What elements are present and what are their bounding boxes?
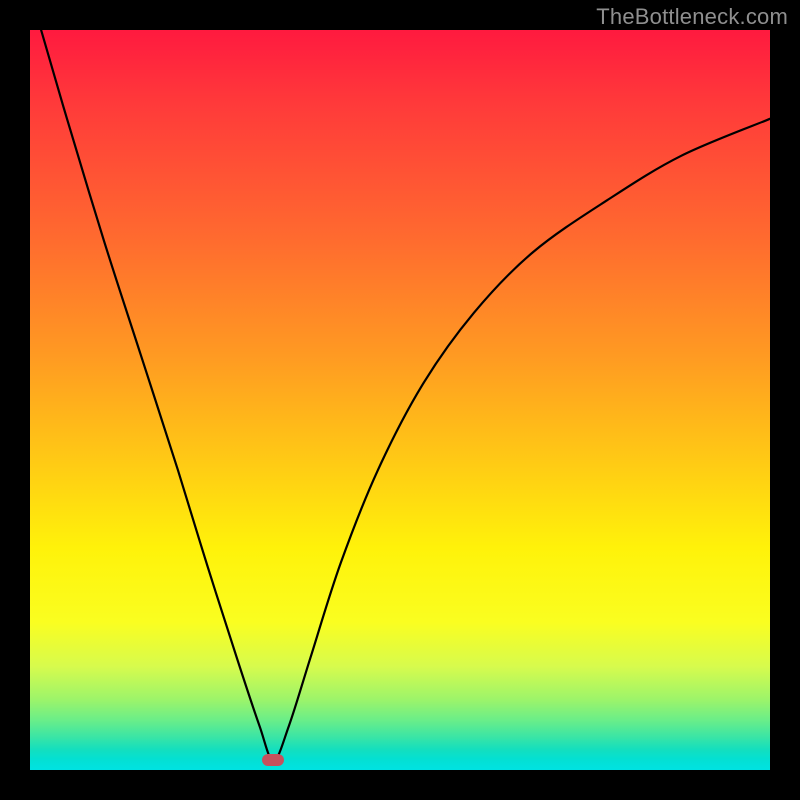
watermark-text: TheBottleneck.com <box>596 4 788 30</box>
bottleneck-curve <box>30 30 770 770</box>
chart-frame: TheBottleneck.com <box>0 0 800 800</box>
plot-area <box>30 30 770 770</box>
optimal-point-marker <box>262 754 284 766</box>
